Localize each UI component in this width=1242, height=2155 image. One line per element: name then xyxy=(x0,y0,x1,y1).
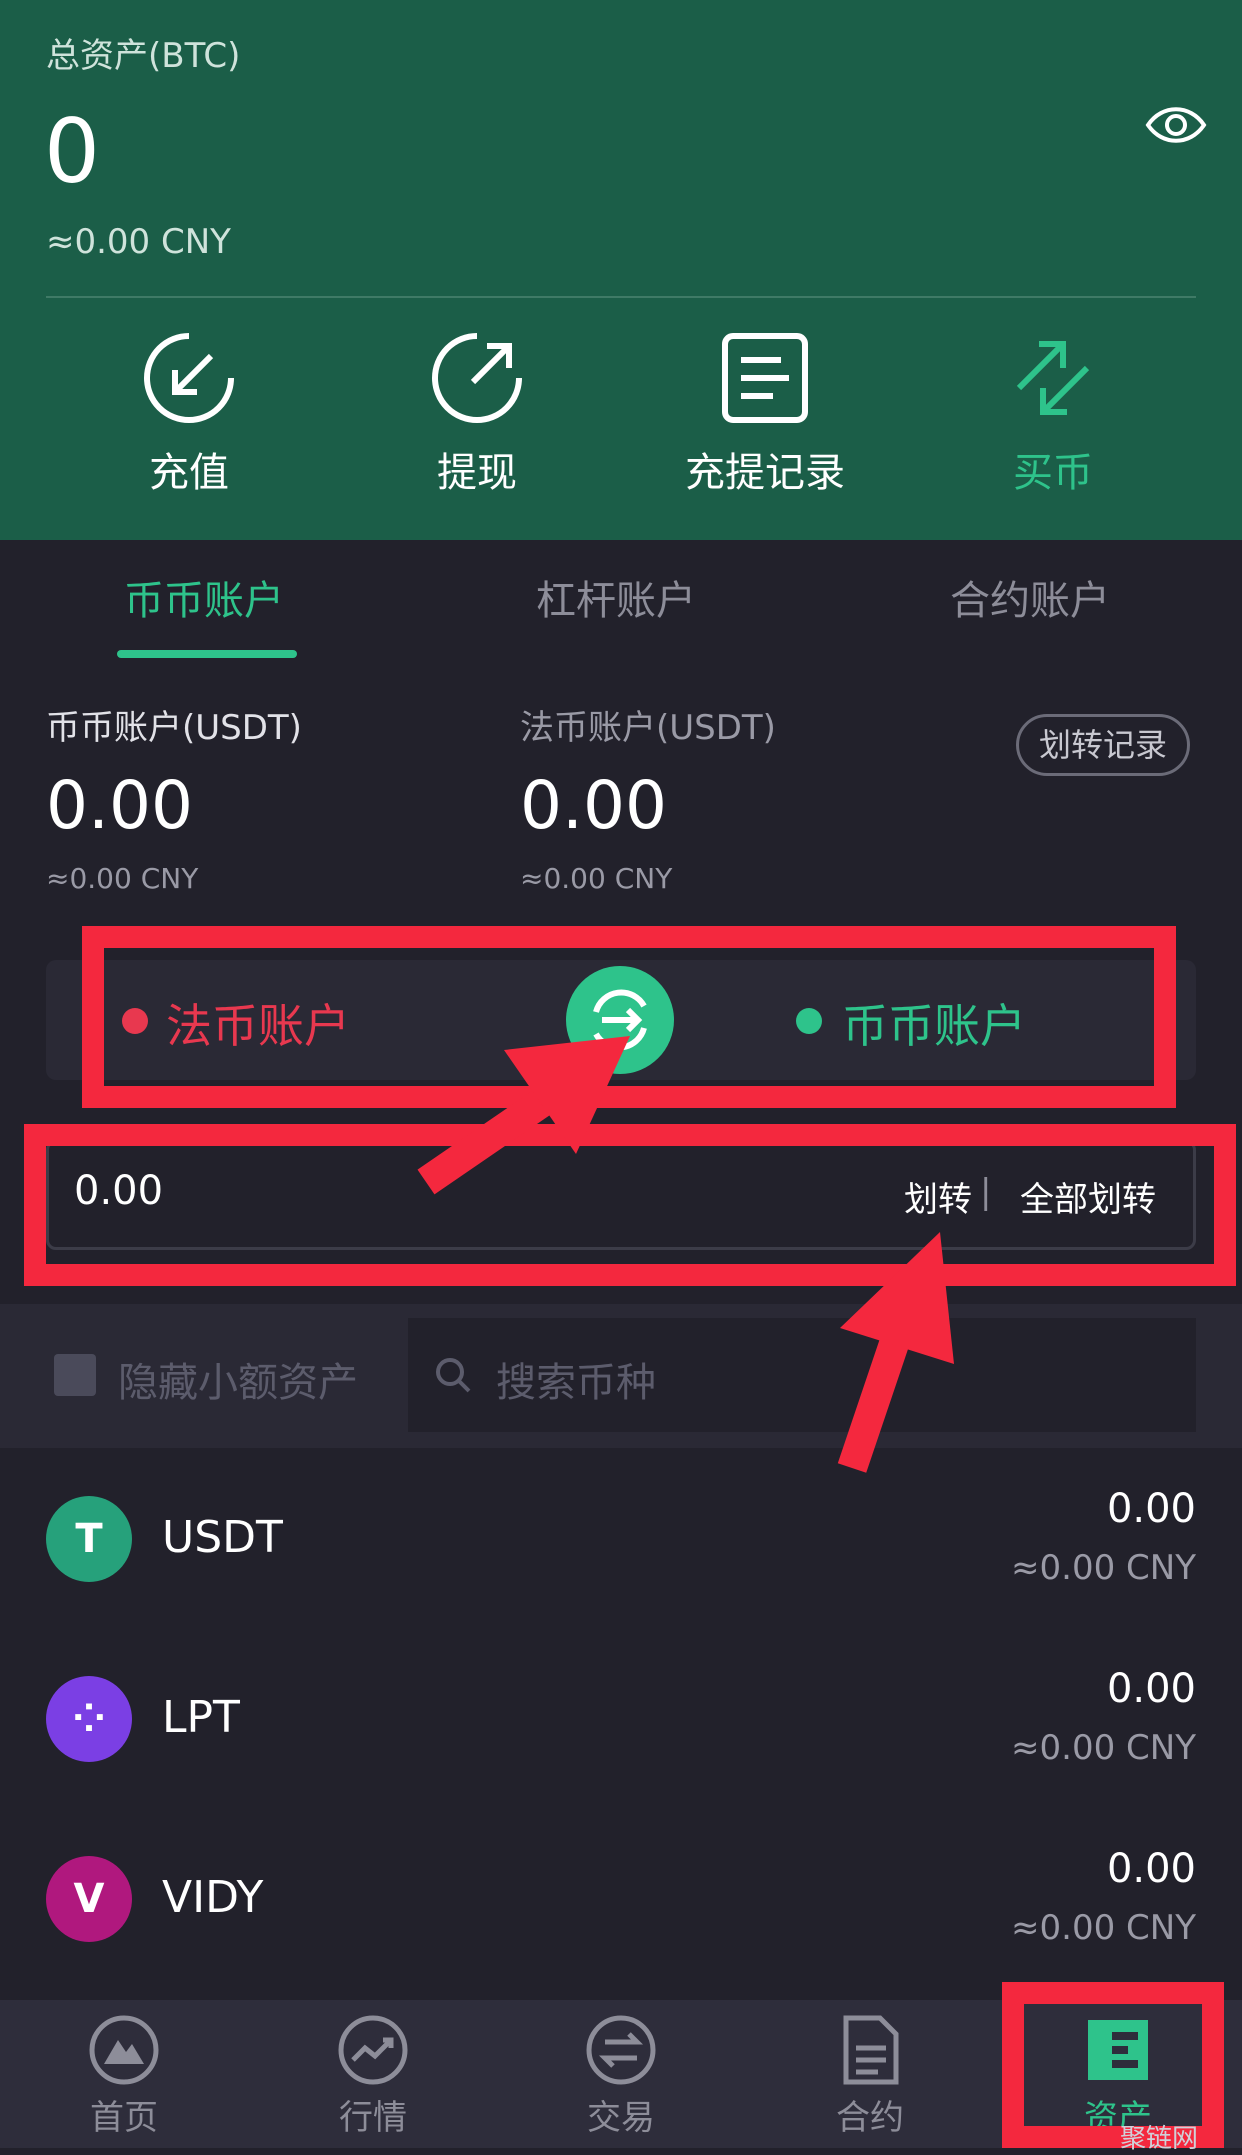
annotation-arrows xyxy=(417,1036,954,1473)
annotation-arrow-transfer xyxy=(837,1232,954,1473)
annotation-arrow-swap xyxy=(417,1036,630,1195)
watermark: 聚链网 xyxy=(1120,2124,1199,2154)
